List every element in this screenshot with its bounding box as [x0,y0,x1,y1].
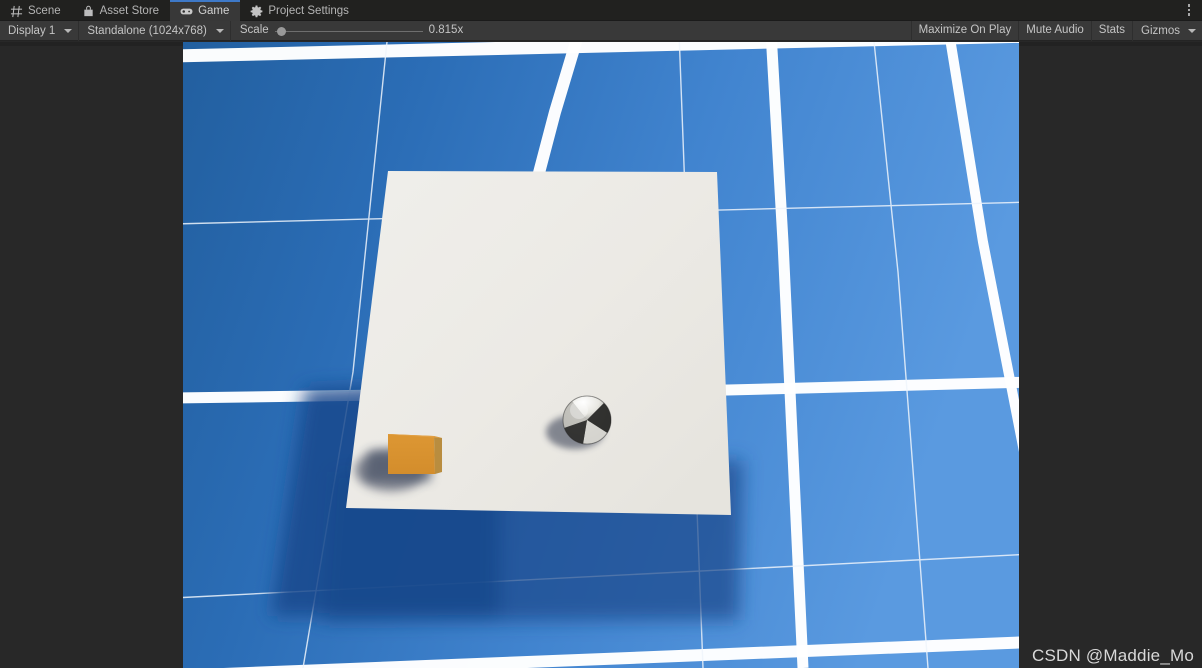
letterbox-top-shade [0,42,183,46]
letterbox-top-shade [1019,42,1202,46]
tab-scene[interactable]: Scene [0,0,72,21]
tab-bar-spacer [360,0,1176,20]
maximize-on-play-button[interactable]: Maximize On Play [910,21,1019,41]
scale-label: Scale [239,24,269,37]
editor-tab-bar: Scene Asset Store Game Project Settings [0,0,1202,21]
store-icon [82,5,95,18]
gizmos-label: Gizmos [1141,25,1180,37]
tab-scene-label: Scene [28,4,61,17]
orange-cube [388,434,442,474]
scale-slider-rail [274,30,423,32]
display-dropdown[interactable]: Display 1 [0,21,80,41]
mute-audio-button[interactable]: Mute Audio [1018,21,1091,41]
display-dropdown-value: Display 1 [8,25,56,37]
aspect-dropdown-value: Standalone (1024x768) [87,25,207,37]
game-view-toolbar: Display 1 Standalone (1024x768) Scale 0.… [0,21,1202,41]
chevron-down-icon [64,29,73,33]
scale-value-label: 0.815x [428,24,464,37]
gamepad-icon [180,5,193,18]
rendered-3d-scene [183,42,1019,668]
chevron-down-icon [1188,29,1196,33]
stats-button[interactable]: Stats [1090,21,1132,41]
chevron-down-icon [215,29,224,33]
letterbox-right [1019,42,1202,668]
tab-project-settings[interactable]: Project Settings [240,0,360,21]
tab-game-label: Game [198,4,230,17]
tab-asset-store[interactable]: Asset Store [72,0,170,21]
kebab-dots [1187,3,1191,17]
tab-asset-store-label: Asset Store [99,4,160,17]
aspect-dropdown[interactable]: Standalone (1024x768) [79,21,231,41]
letterbox-left [0,42,183,668]
grid-icon [10,5,23,18]
scale-slider-thumb[interactable] [276,27,286,36]
scale-slider-group: Scale 0.815x [231,21,475,41]
gear-icon [250,5,263,18]
tab-project-settings-label: Project Settings [268,4,349,17]
kebab-menu-icon[interactable] [1176,0,1202,20]
scale-slider[interactable] [274,21,423,41]
game-viewport[interactable] [183,42,1019,668]
tab-game[interactable]: Game [170,0,241,21]
toolbar-right-group: Maximize On Play Mute Audio Stats Gizmos [910,21,1202,41]
gizmos-button[interactable]: Gizmos [1132,21,1202,41]
unity-editor-window: Scene Asset Store Game Project Settings … [0,0,1202,668]
